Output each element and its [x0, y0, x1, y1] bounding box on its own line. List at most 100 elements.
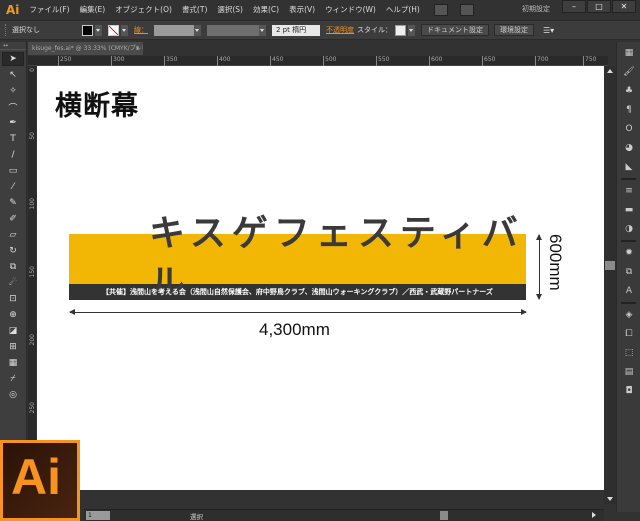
close-button[interactable]: ✕: [612, 0, 636, 13]
artboard-canvas[interactable]: 横断幕 キスゲフェスティバル 【共催】浅間山を考える会（浅間山自然保護会、府中野…: [37, 66, 604, 490]
warp-tool[interactable]: ☄: [2, 276, 24, 290]
brushes-panel-icon[interactable]: 🖌: [619, 64, 639, 80]
scale-tool[interactable]: ⧉: [2, 260, 24, 274]
swatches-panel-icon[interactable]: ▦: [619, 45, 639, 61]
panel-group-divider[interactable]: [621, 178, 636, 180]
blend-tool[interactable]: ◎: [2, 388, 24, 402]
type-tool[interactable]: T: [2, 132, 24, 146]
graphic-styles-panel-icon[interactable]: ⧉: [619, 264, 639, 280]
menu-view[interactable]: 表示(V): [289, 4, 315, 15]
banner-main-area: キスゲフェスティバル: [69, 213, 526, 304]
menu-select[interactable]: 選択(S): [217, 4, 243, 15]
rotate-tool[interactable]: ↻: [2, 244, 24, 258]
symbols-panel-icon[interactable]: ♣: [619, 83, 639, 99]
stroke-label[interactable]: 線：: [134, 25, 148, 35]
variable-width-dropdown[interactable]: [259, 24, 266, 36]
stroke-dropdown[interactable]: [121, 24, 128, 36]
transparency-panel-icon[interactable]: ◑: [619, 221, 639, 237]
perspective-grid-tool[interactable]: ◪: [2, 324, 24, 338]
status-text[interactable]: 選択: [190, 511, 203, 521]
lasso-tool[interactable]: ⌒: [2, 100, 24, 114]
stroke-weight-field[interactable]: [154, 24, 194, 36]
tools-panel-header[interactable]: ↔: [0, 42, 26, 50]
appearance-panel-icon[interactable]: ✹: [619, 245, 639, 261]
style-swatch[interactable]: [395, 24, 406, 36]
color-panel-icon[interactable]: ◕: [619, 140, 639, 156]
rectangle-tool[interactable]: ▭: [2, 164, 24, 178]
paintbrush-tool[interactable]: ⁄: [2, 180, 24, 194]
gradient-panel-icon[interactable]: ▬: [619, 202, 639, 218]
width-dimension-arrow: [69, 309, 527, 315]
pencil-tool[interactable]: ✎: [2, 196, 24, 210]
stroke-panel-icon[interactable]: ≡: [619, 183, 639, 199]
pathfinder-panel-icon[interactable]: ◘: [619, 383, 639, 399]
opacity-label[interactable]: 不透明度: [326, 25, 354, 35]
free-transform-tool[interactable]: ⊡: [2, 292, 24, 306]
scroll-up-icon[interactable]: [607, 69, 613, 73]
magic-wand-tool[interactable]: ✧: [2, 84, 24, 98]
banner-artwork[interactable]: キスゲフェスティバル 【共催】浅間山を考える会（浅間山自然保護会、府中野鳥クラブ…: [69, 213, 526, 304]
selection-tool[interactable]: ➤: [2, 52, 24, 66]
stroke-weight-dropdown[interactable]: [194, 24, 201, 36]
horizontal-scroll-thumb[interactable]: [440, 511, 448, 520]
menu-effect[interactable]: 効果(C): [253, 4, 279, 15]
menu-window[interactable]: ウィンドウ(W): [325, 4, 376, 15]
eraser-tool[interactable]: ▱: [2, 228, 24, 242]
eyedropper-tool[interactable]: ⌿: [2, 372, 24, 386]
variable-width-profile[interactable]: [207, 24, 259, 36]
maximize-button[interactable]: □: [587, 0, 611, 13]
artboards-panel-icon[interactable]: ⧠: [619, 326, 639, 342]
transform-panel-icon[interactable]: ⬚: [619, 345, 639, 361]
layers-panel-icon[interactable]: ◈: [619, 307, 639, 323]
selection-status: 選択なし: [12, 26, 40, 34]
vertical-scroll-thumb[interactable]: [605, 261, 615, 270]
document-setup-button[interactable]: ドキュメント設定: [421, 24, 489, 36]
gradient-tool[interactable]: ▦: [2, 356, 24, 370]
horizontal-ruler[interactable]: 250 300 350 400 450 500 550 600 650 700 …: [28, 56, 608, 66]
blob-brush-tool[interactable]: ✐: [2, 212, 24, 226]
minimize-button[interactable]: –: [562, 0, 586, 13]
style-dropdown[interactable]: [408, 24, 415, 36]
control-bar-grip[interactable]: [5, 24, 8, 36]
arrange-icon[interactable]: ☰▾: [543, 26, 554, 35]
shape-builder-tool[interactable]: ⊕: [2, 308, 24, 322]
line-tool[interactable]: /: [2, 148, 24, 162]
workspace-switcher[interactable]: 初期設定: [522, 4, 550, 14]
panel-group-divider[interactable]: [621, 302, 636, 304]
menu-type[interactable]: 書式(T): [182, 4, 207, 15]
vertical-scrollbar[interactable]: [604, 66, 616, 504]
ruler-tick: 650: [482, 56, 495, 66]
menu-file[interactable]: ファイル(F): [29, 4, 69, 15]
bridge-button[interactable]: [433, 3, 448, 16]
badge-text: Ai: [11, 449, 61, 505]
brush-definition[interactable]: 2 pt 楕円: [272, 24, 320, 36]
document-tab[interactable]: kisuge_fes.ai* @ 33.33% (CMYK/プレビュー) ×: [28, 42, 143, 55]
fill-swatch[interactable]: [82, 24, 93, 36]
ruler-tick: 300: [111, 56, 124, 66]
menu-help[interactable]: ヘルプ(H): [386, 4, 420, 15]
vertical-ruler[interactable]: 0 50 100 150 200 250: [28, 66, 36, 490]
ruler-tick: 450: [270, 56, 283, 66]
color-guide-panel-icon[interactable]: ◣: [619, 159, 639, 175]
close-tab-icon[interactable]: ×: [135, 42, 140, 55]
stroke-swatch[interactable]: [108, 24, 119, 36]
ruler-tick: 100: [29, 198, 36, 210]
panel-group-divider[interactable]: [621, 240, 636, 242]
paragraph-panel-icon[interactable]: ¶: [619, 102, 639, 118]
menu-object[interactable]: オブジェクト(O): [115, 4, 172, 15]
mesh-tool[interactable]: ⊞: [2, 340, 24, 354]
align-panel-icon[interactable]: ▤: [619, 364, 639, 380]
scroll-down-icon[interactable]: [607, 497, 613, 501]
preferences-button[interactable]: 環境設定: [494, 24, 534, 36]
direct-selection-tool[interactable]: ↖: [2, 68, 24, 82]
opentype-panel-icon[interactable]: O: [619, 121, 639, 137]
scroll-right-icon[interactable]: [592, 512, 596, 518]
arrange-documents-button[interactable]: [459, 3, 474, 16]
pen-tool[interactable]: ✒: [2, 116, 24, 130]
fill-dropdown[interactable]: [95, 24, 102, 36]
menu-edit[interactable]: 編集(E): [80, 4, 106, 15]
character-panel-icon[interactable]: A: [619, 283, 639, 299]
app-logo: Ai: [6, 2, 20, 17]
artboard-number-field[interactable]: 1: [86, 511, 110, 520]
style-label: スタイル：: [357, 26, 392, 34]
